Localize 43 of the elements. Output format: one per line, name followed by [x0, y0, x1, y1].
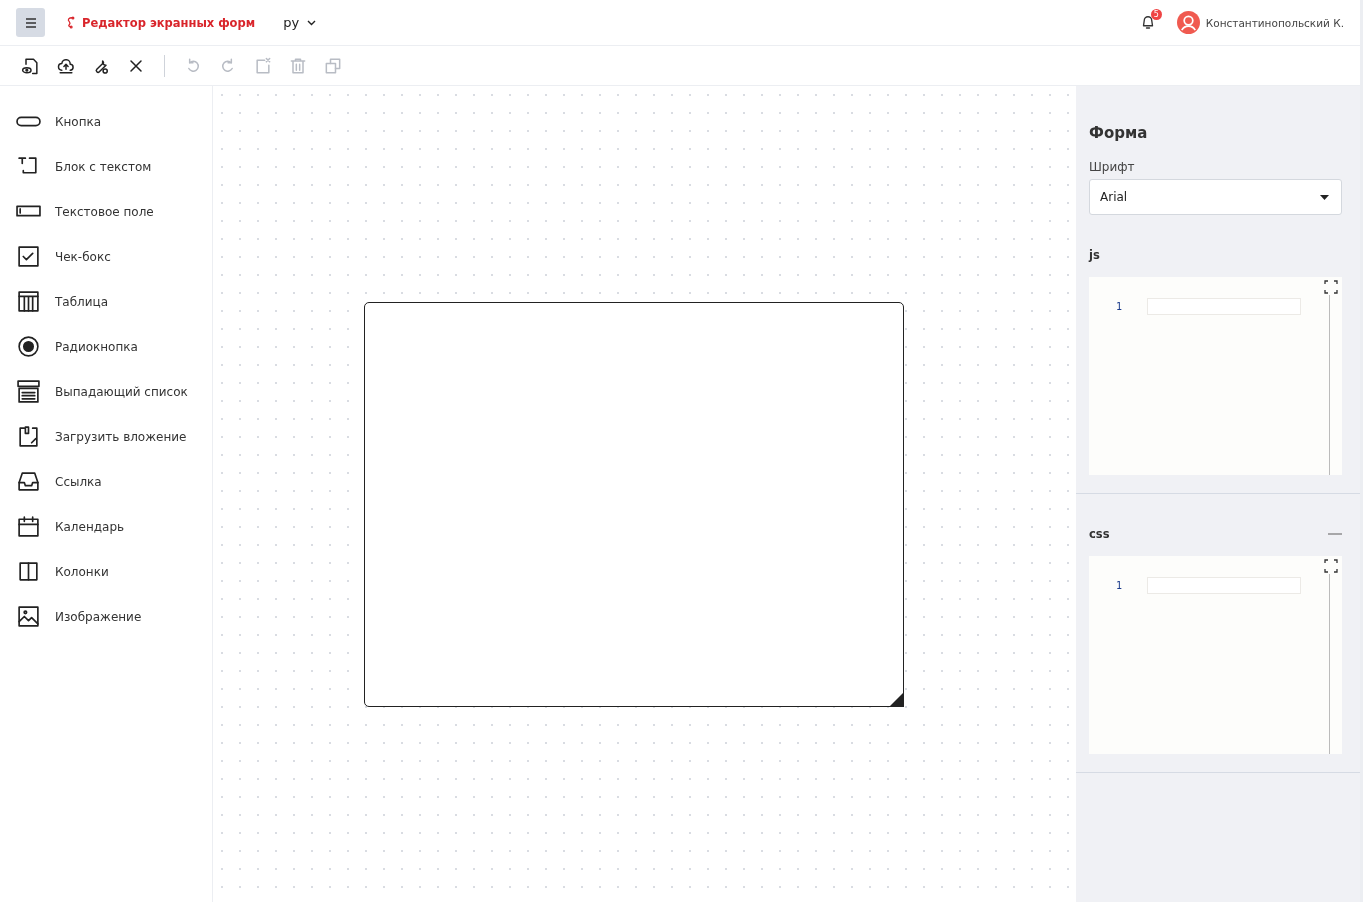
panel-title: Форма [1089, 124, 1149, 142]
font-select[interactable]: Arial [1089, 179, 1342, 215]
list-icon [16, 379, 41, 404]
font-label: Шрифт [1089, 160, 1136, 174]
caret-icon [1320, 194, 1329, 200]
clipboard-icon [16, 424, 41, 449]
line-number: 1 [1116, 580, 1123, 591]
component-item[interactable]: Календарь [0, 504, 212, 549]
component-item[interactable]: Выпадающий список [0, 369, 212, 414]
radio-icon [16, 334, 41, 359]
cut-icon [253, 55, 273, 76]
image-icon [16, 604, 41, 629]
calendar-icon [16, 514, 41, 539]
component-item[interactable]: Текстовое поле [0, 189, 212, 234]
fullscreen-icon[interactable] [1324, 280, 1338, 294]
tray-icon [16, 469, 41, 494]
component-item[interactable]: Изображение [0, 594, 212, 639]
component-item[interactable]: Чек-бокс [0, 234, 212, 279]
code-editor[interactable]: 1 [1089, 277, 1342, 475]
chevron-down-icon [307, 19, 317, 26]
app-title: Редактор экранных форм [82, 15, 256, 30]
code-editor[interactable]: 1 [1089, 556, 1342, 754]
fullscreen-icon[interactable] [1324, 559, 1338, 573]
component-item[interactable]: Радиокнопка [0, 324, 212, 369]
component-item[interactable]: Колонки [0, 549, 212, 594]
component-item[interactable]: Таблица [0, 279, 212, 324]
component-item[interactable]: Загрузить вложение [0, 414, 212, 459]
language-dropdown[interactable]: ру [283, 15, 317, 30]
resize-handle[interactable] [888, 692, 904, 707]
section-label: js [1089, 248, 1100, 262]
menu-icon [24, 17, 37, 28]
user-name: Константинопольский К. [1205, 16, 1344, 29]
component-item[interactable]: Кнопка [0, 99, 212, 144]
table-icon [16, 289, 41, 314]
checkbox-icon [16, 244, 41, 269]
section-label: css [1089, 527, 1110, 541]
component-item[interactable]: Блок с текстом [0, 144, 212, 189]
line-number: 1 [1116, 301, 1123, 312]
component-item[interactable]: Ссылка [0, 459, 212, 504]
columns-icon [16, 559, 41, 584]
menu-button[interactable] [16, 8, 45, 37]
notification-count: 5 [1150, 8, 1162, 20]
avatar-icon [1176, 11, 1200, 34]
